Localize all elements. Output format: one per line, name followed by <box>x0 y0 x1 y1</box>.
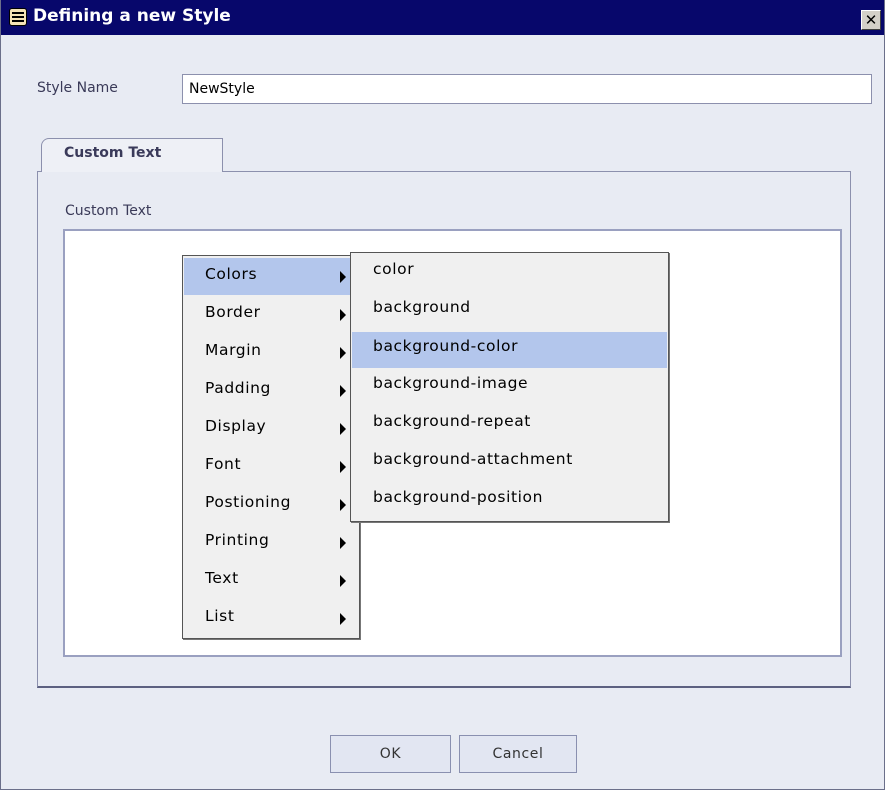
submenu-item-label: background-image <box>373 374 529 392</box>
submenu-item-label: background-attachment <box>373 450 573 468</box>
submenu-arrow-icon <box>340 271 346 283</box>
submenu-arrow-icon <box>340 613 346 625</box>
menu-item-label: Margin <box>205 341 262 359</box>
menu-item-label: Postioning <box>205 493 292 511</box>
menu-item-printing[interactable]: Printing <box>184 524 358 562</box>
submenu-item-background-repeat[interactable]: background-repeat <box>352 407 667 445</box>
submenu-arrow-icon <box>340 461 346 473</box>
ok-button[interactable]: OK <box>330 735 451 773</box>
submenu-item-color[interactable]: color <box>352 255 667 293</box>
submenu-item-background-image[interactable]: background-image <box>352 369 667 407</box>
custom-text-label: Custom Text <box>65 203 152 219</box>
style-name-input[interactable]: NewStyle <box>182 74 872 104</box>
style-dialog: Defining a new Style ✕ Style Name NewSty… <box>0 0 885 790</box>
submenu-item-background-attachment[interactable]: background-attachment <box>352 445 667 483</box>
submenu-item-label: background-repeat <box>373 412 531 430</box>
submenu-item-background[interactable]: background <box>352 293 667 331</box>
submenu-item-label: color <box>373 260 415 278</box>
submenu-arrow-icon <box>340 347 346 359</box>
menu-item-label: Border <box>205 303 261 321</box>
colors-submenu: color background background-color backgr… <box>350 252 669 522</box>
menu-item-positioning[interactable]: Postioning <box>184 486 358 524</box>
submenu-arrow-icon <box>340 385 346 397</box>
menu-item-label: Text <box>205 569 239 587</box>
submenu-arrow-icon <box>340 499 346 511</box>
menu-item-label: Padding <box>205 379 271 397</box>
submenu-item-label: background-color <box>373 337 519 355</box>
menu-item-text[interactable]: Text <box>184 562 358 600</box>
tab-label: Custom Text <box>64 145 162 161</box>
submenu-item-label: background-position <box>373 488 544 506</box>
menu-item-border[interactable]: Border <box>184 296 358 334</box>
menu-item-label: Colors <box>205 265 258 283</box>
menu-item-label: Font <box>205 455 242 473</box>
close-icon[interactable]: ✕ <box>861 10 881 30</box>
title-bar[interactable]: Defining a new Style ✕ <box>1 0 884 35</box>
menu-item-label: Display <box>205 417 267 435</box>
context-menu: Colors Border Margin Padding Display Fon… <box>182 255 360 639</box>
submenu-arrow-icon <box>340 309 346 321</box>
submenu-arrow-icon <box>340 537 346 549</box>
menu-item-margin[interactable]: Margin <box>184 334 358 372</box>
menu-item-display[interactable]: Display <box>184 410 358 448</box>
menu-item-font[interactable]: Font <box>184 448 358 486</box>
menu-item-padding[interactable]: Padding <box>184 372 358 410</box>
submenu-arrow-icon <box>340 575 346 587</box>
app-icon <box>9 8 27 26</box>
menu-item-colors[interactable]: Colors <box>184 258 358 295</box>
menu-item-label: Printing <box>205 531 270 549</box>
submenu-item-background-color[interactable]: background-color <box>352 332 667 368</box>
submenu-arrow-icon <box>340 423 346 435</box>
dialog-title: Defining a new Style <box>33 6 231 26</box>
submenu-item-label: background <box>373 298 471 316</box>
tab-custom-text[interactable]: Custom Text <box>41 138 223 172</box>
menu-item-list[interactable]: List <box>184 600 358 638</box>
cancel-button[interactable]: Cancel <box>459 735 577 773</box>
submenu-item-background-position[interactable]: background-position <box>352 483 667 521</box>
menu-item-label: List <box>205 607 235 625</box>
style-name-label: Style Name <box>37 80 118 96</box>
